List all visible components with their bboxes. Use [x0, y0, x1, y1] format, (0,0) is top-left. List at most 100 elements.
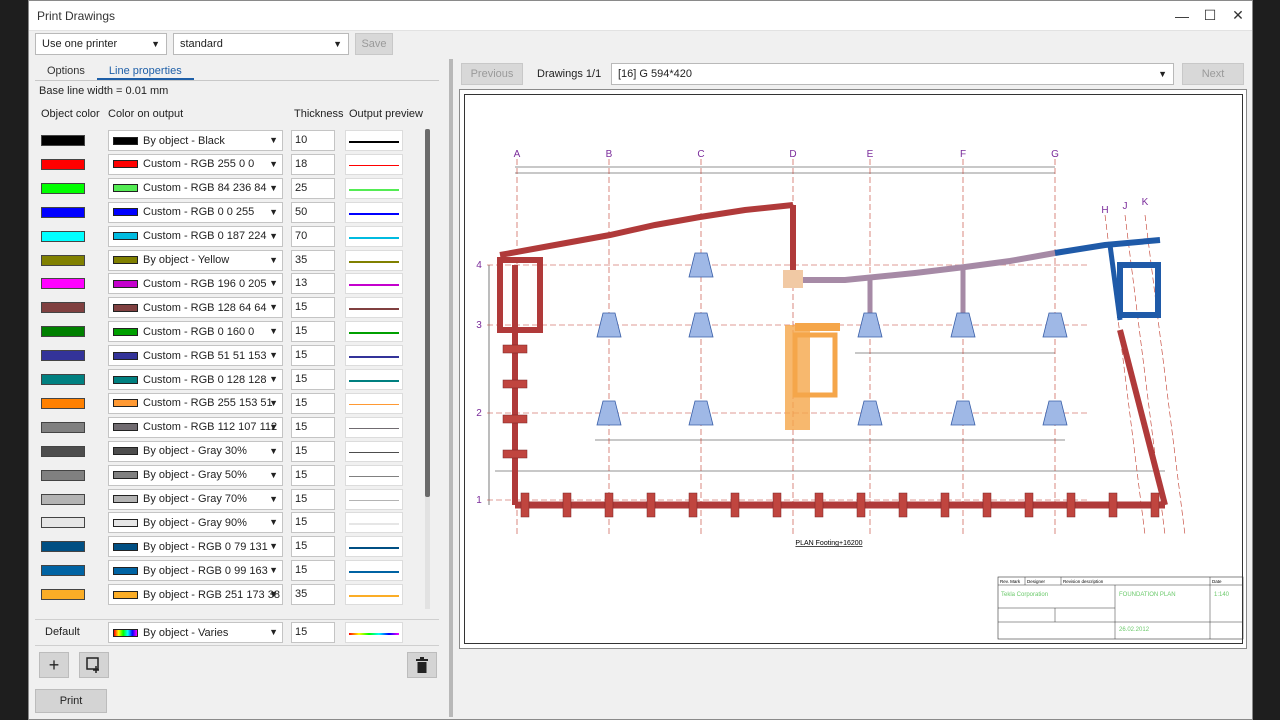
default-color-label: By object - Varies — [143, 626, 229, 639]
output-preview — [345, 297, 403, 319]
chevron-down-icon: ▼ — [269, 135, 278, 145]
thickness-input[interactable]: 50 — [291, 201, 335, 223]
thickness-input[interactable]: 25 — [291, 177, 335, 199]
delete-button[interactable] — [407, 652, 437, 678]
output-color-select[interactable]: By object - Black ▼ — [108, 130, 283, 151]
chevron-down-icon: ▼ — [269, 589, 278, 600]
previous-button[interactable]: Previous — [461, 63, 523, 85]
output-color-select[interactable]: By object - Gray 30% ▼ — [108, 440, 283, 462]
thickness-input[interactable]: 15 — [291, 416, 335, 438]
output-preview — [345, 464, 403, 486]
next-button[interactable]: Next — [1182, 63, 1244, 85]
preview-line — [349, 356, 399, 358]
chevron-down-icon: ▼ — [269, 182, 278, 193]
list-scrollbar[interactable] — [425, 129, 430, 609]
thickness-input[interactable]: 18 — [291, 153, 335, 175]
output-color-swatch — [113, 279, 138, 288]
thickness-input[interactable]: 15 — [291, 297, 335, 319]
panel-splitter[interactable] — [449, 59, 453, 717]
output-color-select[interactable]: Custom - RGB 0 128 128 ▼ — [108, 369, 283, 390]
preview-line — [349, 633, 399, 635]
output-color-select[interactable]: Custom - RGB 0 160 0 ▼ — [108, 321, 283, 343]
settings-tabs: Options Line properties — [35, 63, 439, 81]
output-color-select[interactable]: By object - RGB 0 79 131 ▼ — [108, 536, 283, 558]
output-preview — [345, 153, 403, 175]
grid-label: E — [867, 149, 874, 160]
output-color-select[interactable]: By object - Gray 50% ▼ — [108, 464, 283, 486]
object-color-swatch — [41, 541, 85, 553]
pad-footing — [1150, 492, 1160, 518]
thickness-input[interactable]: 70 — [291, 225, 335, 247]
output-color-select[interactable]: By object - RGB 0 99 163 ▼ — [108, 560, 283, 582]
output-preview — [345, 249, 403, 271]
thickness-input[interactable]: 13 — [291, 273, 335, 295]
preview-line — [349, 380, 399, 382]
line-property-row: Custom - RGB 0 128 128 ▼ 15 — [29, 368, 429, 392]
grid-label: D — [789, 149, 796, 160]
thickness-input[interactable]: 35 — [291, 249, 335, 271]
object-color-swatch — [41, 158, 85, 170]
output-color-swatch — [113, 136, 138, 145]
thickness-input[interactable]: 15 — [291, 536, 335, 558]
object-color-swatch — [41, 469, 85, 481]
tab-line-properties[interactable]: Line properties — [96, 63, 194, 80]
output-preview — [345, 392, 403, 414]
output-color-label: Custom - RGB 0 160 0 — [143, 325, 255, 338]
print-drawings-window: Print Drawings — ☐ ✕ Use one printer ▼ s… — [28, 0, 1253, 720]
output-color-select[interactable]: Custom - RGB 128 64 64 ▼ — [108, 297, 283, 319]
output-preview — [345, 416, 403, 438]
output-color-label: By object - Gray 90% — [143, 516, 247, 529]
output-color-select[interactable]: Custom - RGB 0 0 255 ▼ — [108, 201, 283, 223]
thickness-input[interactable]: 15 — [291, 560, 335, 582]
output-color-select[interactable]: By object - Yellow ▼ — [108, 249, 283, 271]
output-color-select[interactable]: Custom - RGB 255 0 0 ▼ — [108, 153, 283, 175]
output-preview — [345, 440, 403, 462]
output-color-select[interactable]: Custom - RGB 0 187 224 ▼ — [108, 225, 283, 247]
thickness-input[interactable]: 15 — [291, 464, 335, 486]
print-settings-select[interactable]: standard ▼ — [173, 33, 349, 55]
thickness-input[interactable]: 15 — [291, 392, 335, 414]
output-color-select[interactable]: By object - Gray 70% ▼ — [108, 488, 283, 510]
thickness-input[interactable]: 15 — [291, 369, 335, 390]
maximize-icon[interactable]: ☐ — [1196, 1, 1224, 31]
line-property-row: Custom - RGB 196 0 205 ▼ 13 — [29, 272, 429, 296]
scrollbar-thumb[interactable] — [425, 129, 430, 497]
output-color-select[interactable]: Custom - RGB 84 236 84 ▼ — [108, 177, 283, 199]
add-row-button[interactable]: + — [39, 652, 69, 678]
minimize-icon[interactable]: — — [1168, 1, 1196, 31]
close-icon[interactable]: ✕ — [1224, 1, 1252, 31]
thickness-input[interactable]: 15 — [291, 512, 335, 534]
thickness-input[interactable]: 15 — [291, 488, 335, 510]
thickness-input[interactable]: 15 — [291, 440, 335, 462]
footing-shape — [688, 400, 714, 426]
tab-options[interactable]: Options — [35, 63, 97, 80]
output-color-select[interactable]: Custom - RGB 112 107 112 ▼ — [108, 416, 283, 438]
preview-line — [349, 595, 399, 598]
save-button[interactable]: Save — [355, 33, 393, 55]
preview-line — [349, 284, 399, 286]
object-color-swatch — [41, 254, 85, 266]
thickness-input[interactable]: 15 — [291, 345, 335, 367]
output-color-select[interactable]: Custom - RGB 51 51 153 ▼ — [108, 345, 283, 367]
output-color-label: By object - RGB 0 79 131 — [143, 540, 268, 553]
add-new-button[interactable] — [79, 652, 109, 678]
thickness-input[interactable]: 35 — [291, 584, 335, 606]
pad-footing — [562, 492, 572, 518]
print-button[interactable]: Print — [35, 689, 107, 713]
drawing-select[interactable]: [16] G 594*420 ▼ — [611, 63, 1174, 85]
output-color-select[interactable]: By object - Gray 90% ▼ — [108, 512, 283, 534]
thickness-input[interactable]: 15 — [291, 321, 335, 343]
default-color-select[interactable]: By object - Varies ▼ — [108, 622, 283, 643]
output-preview — [345, 584, 403, 606]
pad-footing — [982, 492, 992, 518]
title-block-designer: Designer — [1027, 579, 1046, 584]
output-color-select[interactable]: By object - RGB 251 173 38 ▼ — [108, 584, 283, 606]
output-color-select[interactable]: Custom - RGB 196 0 205 ▼ — [108, 273, 283, 295]
line-properties-panel: Options Line properties Base line width … — [29, 59, 447, 717]
thickness-input[interactable]: 10 — [291, 130, 335, 151]
varies-swatch — [113, 628, 138, 637]
output-color-select[interactable]: Custom - RGB 255 153 51 ▼ — [108, 392, 283, 414]
printer-mode-select[interactable]: Use one printer ▼ — [35, 33, 167, 55]
object-color-swatch — [41, 493, 85, 505]
default-thickness-input[interactable]: 15 — [291, 622, 335, 643]
